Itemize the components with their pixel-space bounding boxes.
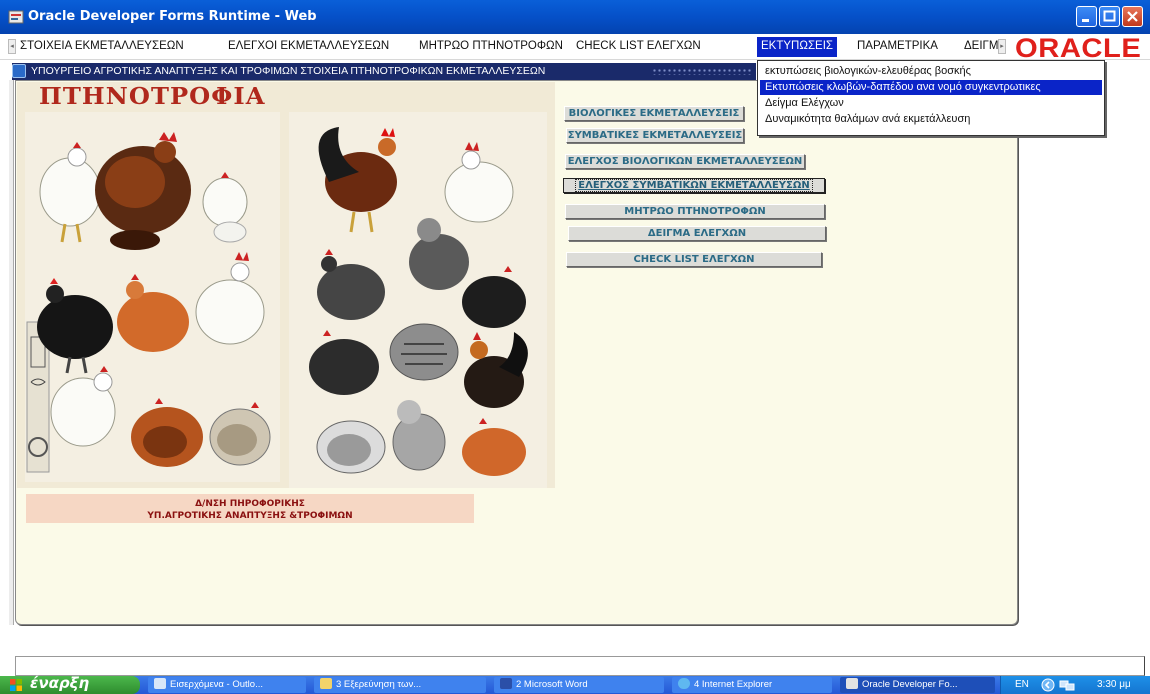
poster-plate-left [25,112,280,482]
mitroo-button[interactable]: ΜΗΤΡΩΟ ΠΤΗΝΟΤΡΟΦΩΝ [565,204,825,219]
maximize-button[interactable] [1099,6,1120,27]
ie-icon [678,678,690,689]
system-tray: EN 3:30 μμ [1000,676,1150,694]
footer-line-1: Δ/ΝΣΗ ΠΗΡΟΦΟΡΙΚΗΣ [195,499,305,509]
taskbar: έναρξη Εισερχόμενα - Outlo... 3 Εξερεύνη… [0,674,1150,694]
menu-bar: ◂ ΣΤΟΙΧΕΙΑ ΕΚΜΕΤΑΛΛΕΥΣΕΩΝ ΕΛΕΓΧΟΙ ΕΚΜΕΤΑ… [0,34,1150,60]
start-button[interactable]: έναρξη [0,674,140,694]
status-bar [15,656,1145,676]
dropdown-item-dynamikotita[interactable]: Δυναμικότητα θαλάμων ανά εκμετάλλευση [760,112,1102,127]
poster-plate-right [289,112,547,488]
task-ie[interactable]: 4 Internet Explorer [672,677,832,693]
footer-line-2: ΥΠ.ΑΓΡΟΤΙΚΗΣ ΑΝΑΠΤΥΞΗΣ &ΤΡΟΦΙΜΩΝ [147,511,353,521]
menu-stoixeia[interactable]: ΣΤΟΙΧΕΙΑ ΕΚΜΕΤΑΛΛΕΥΣΕΩΝ [20,40,184,52]
poultry-poster-image: ΠΤΗΝΟΤΡΟΦΙΑ [17,82,555,488]
menu-deigma[interactable]: ΔΕΙΓΜ [964,40,998,52]
clock: 3:30 μμ [1097,679,1131,690]
windows-flag-icon [10,679,22,691]
window-title: Oracle Developer Forms Runtime - Web [28,9,317,24]
dropdown-item-biologikon[interactable]: εκτυπώσεις βιολογικών-ελευθέρας βοσκής [760,64,1102,79]
task-explorer[interactable]: 3 Εξερεύνηση των... [314,677,486,693]
folder-icon [320,678,332,689]
maximize-icon [1103,10,1116,22]
vertical-scrollbar[interactable] [9,80,14,625]
elegxos-symvatikon-button[interactable]: ΕΛΕΓΧΟΣ ΣΥΜΒΑΤΙΚΩΝ ΕΚΜΕΤΑΛΛΕΥΣΩΝ [563,178,825,193]
task-outlook[interactable]: Εισερχόμενα - Outlo... [148,677,306,693]
task-ie-label: 4 Internet Explorer [694,679,773,690]
menu-scroll-right-icon[interactable]: ▸ [998,39,1006,54]
java-app-icon [8,10,24,24]
task-oracle-label: Oracle Developer Fo... [862,679,958,690]
oracle-app-icon [846,678,858,689]
menu-scroll-left-icon[interactable]: ◂ [8,39,16,54]
word-icon [500,678,512,689]
form-title-bar: ΥΠΟΥΡΓΕΙΟ ΑΓΡΟΤΙΚΗΣ ΑΝΑΠΤΥΞΗΣ ΚΑΙ ΤΡΟΦΙΜ… [12,63,756,80]
ektyposeis-dropdown: εκτυπώσεις βιολογικών-ελευθέρας βοσκής Ε… [757,60,1105,136]
close-icon [1127,11,1138,22]
menu-checklist[interactable]: CHECK LIST ΕΛΕΓΧΩΝ [576,40,701,52]
window-title-bar[interactable]: Oracle Developer Forms Runtime - Web [0,0,1150,34]
task-outlook-label: Εισερχόμενα - Outlo... [170,679,263,690]
poster-title: ΠΤΗΝΟΤΡΟΦΙΑ [39,83,266,110]
footer-credits: Δ/ΝΣΗ ΠΗΡΟΦΟΡΙΚΗΣ ΥΠ.ΑΓΡΟΤΙΚΗΣ ΑΝΑΠΤΥΞΗΣ… [26,494,474,523]
symvatikes-button[interactable]: ΣΥΜΒΑΤΙΚΕΣ ΕΚΜΕΤΑΛΛΕΥΣΕΙΣ [566,128,744,143]
biologikes-button[interactable]: ΒΙΟΛΟΓΙΚΕΣ ΕΚΜΕΤΑΛΛΕΥΣΕΙΣ [564,106,744,121]
checklist-button[interactable]: CHECK LIST ΕΛΕΓΧΩΝ [566,252,822,267]
task-oracle[interactable]: Oracle Developer Fo... [840,677,995,693]
tray-expand-icon[interactable] [1041,678,1055,692]
dropdown-item-klovon[interactable]: Εκτυπώσεις κλωβών-δαπέδου ανα νομό συγκε… [760,80,1102,95]
minimize-icon [1082,19,1089,22]
task-explorer-label: 3 Εξερεύνηση των... [336,679,422,690]
form-icon [12,64,26,78]
network-icon[interactable] [1059,678,1075,692]
form-title: ΥΠΟΥΡΓΕΙΟ ΑΓΡΟΤΙΚΗΣ ΑΝΑΠΤΥΞΗΣ ΚΑΙ ΤΡΟΦΙΜ… [31,65,546,77]
elegxos-symvatikon-label: ΕΛΕΓΧΟΣ ΣΥΜΒΑΤΙΚΩΝ ΕΚΜΕΤΑΛΛΕΥΣΩΝ [575,179,813,192]
outlook-icon [154,678,166,689]
menu-parametrika[interactable]: ΠΑΡΑΜΕΤΡΙΚΑ [857,40,938,52]
deigma-button[interactable]: ΔΕΙΓΜΑ ΕΛΕΓΧΩΝ [568,226,826,241]
menu-mitroo[interactable]: ΜΗΤΡΩΟ ΠΤΗΝΟΤΡΟΦΩΝ [419,40,563,52]
dropdown-item-deigma[interactable]: Δείγμα Ελέγχων [760,96,1102,111]
minimize-button[interactable] [1076,6,1097,27]
close-button[interactable] [1122,6,1143,27]
menu-elegxoi[interactable]: ΕΛΕΓΧΟΙ ΕΚΜΕΤΑΛΛΕΥΣΕΩΝ [228,40,389,52]
title-dots [652,68,752,75]
task-word-label: 2 Microsoft Word [516,679,588,690]
menu-ektyposeis[interactable]: ΕΚΤΥΠΩΣΕΙΣ [757,37,838,57]
language-indicator[interactable]: EN [1015,679,1029,690]
start-label: έναρξη [30,674,90,692]
elegxos-biologikon-button[interactable]: ΕΛΕΓΧΟΣ ΒΙΟΛΟΓΙΚΩΝ ΕΚΜΕΤΑΛΛΕΥΣΕΩΝ [565,154,805,169]
task-word[interactable]: 2 Microsoft Word [494,677,664,693]
